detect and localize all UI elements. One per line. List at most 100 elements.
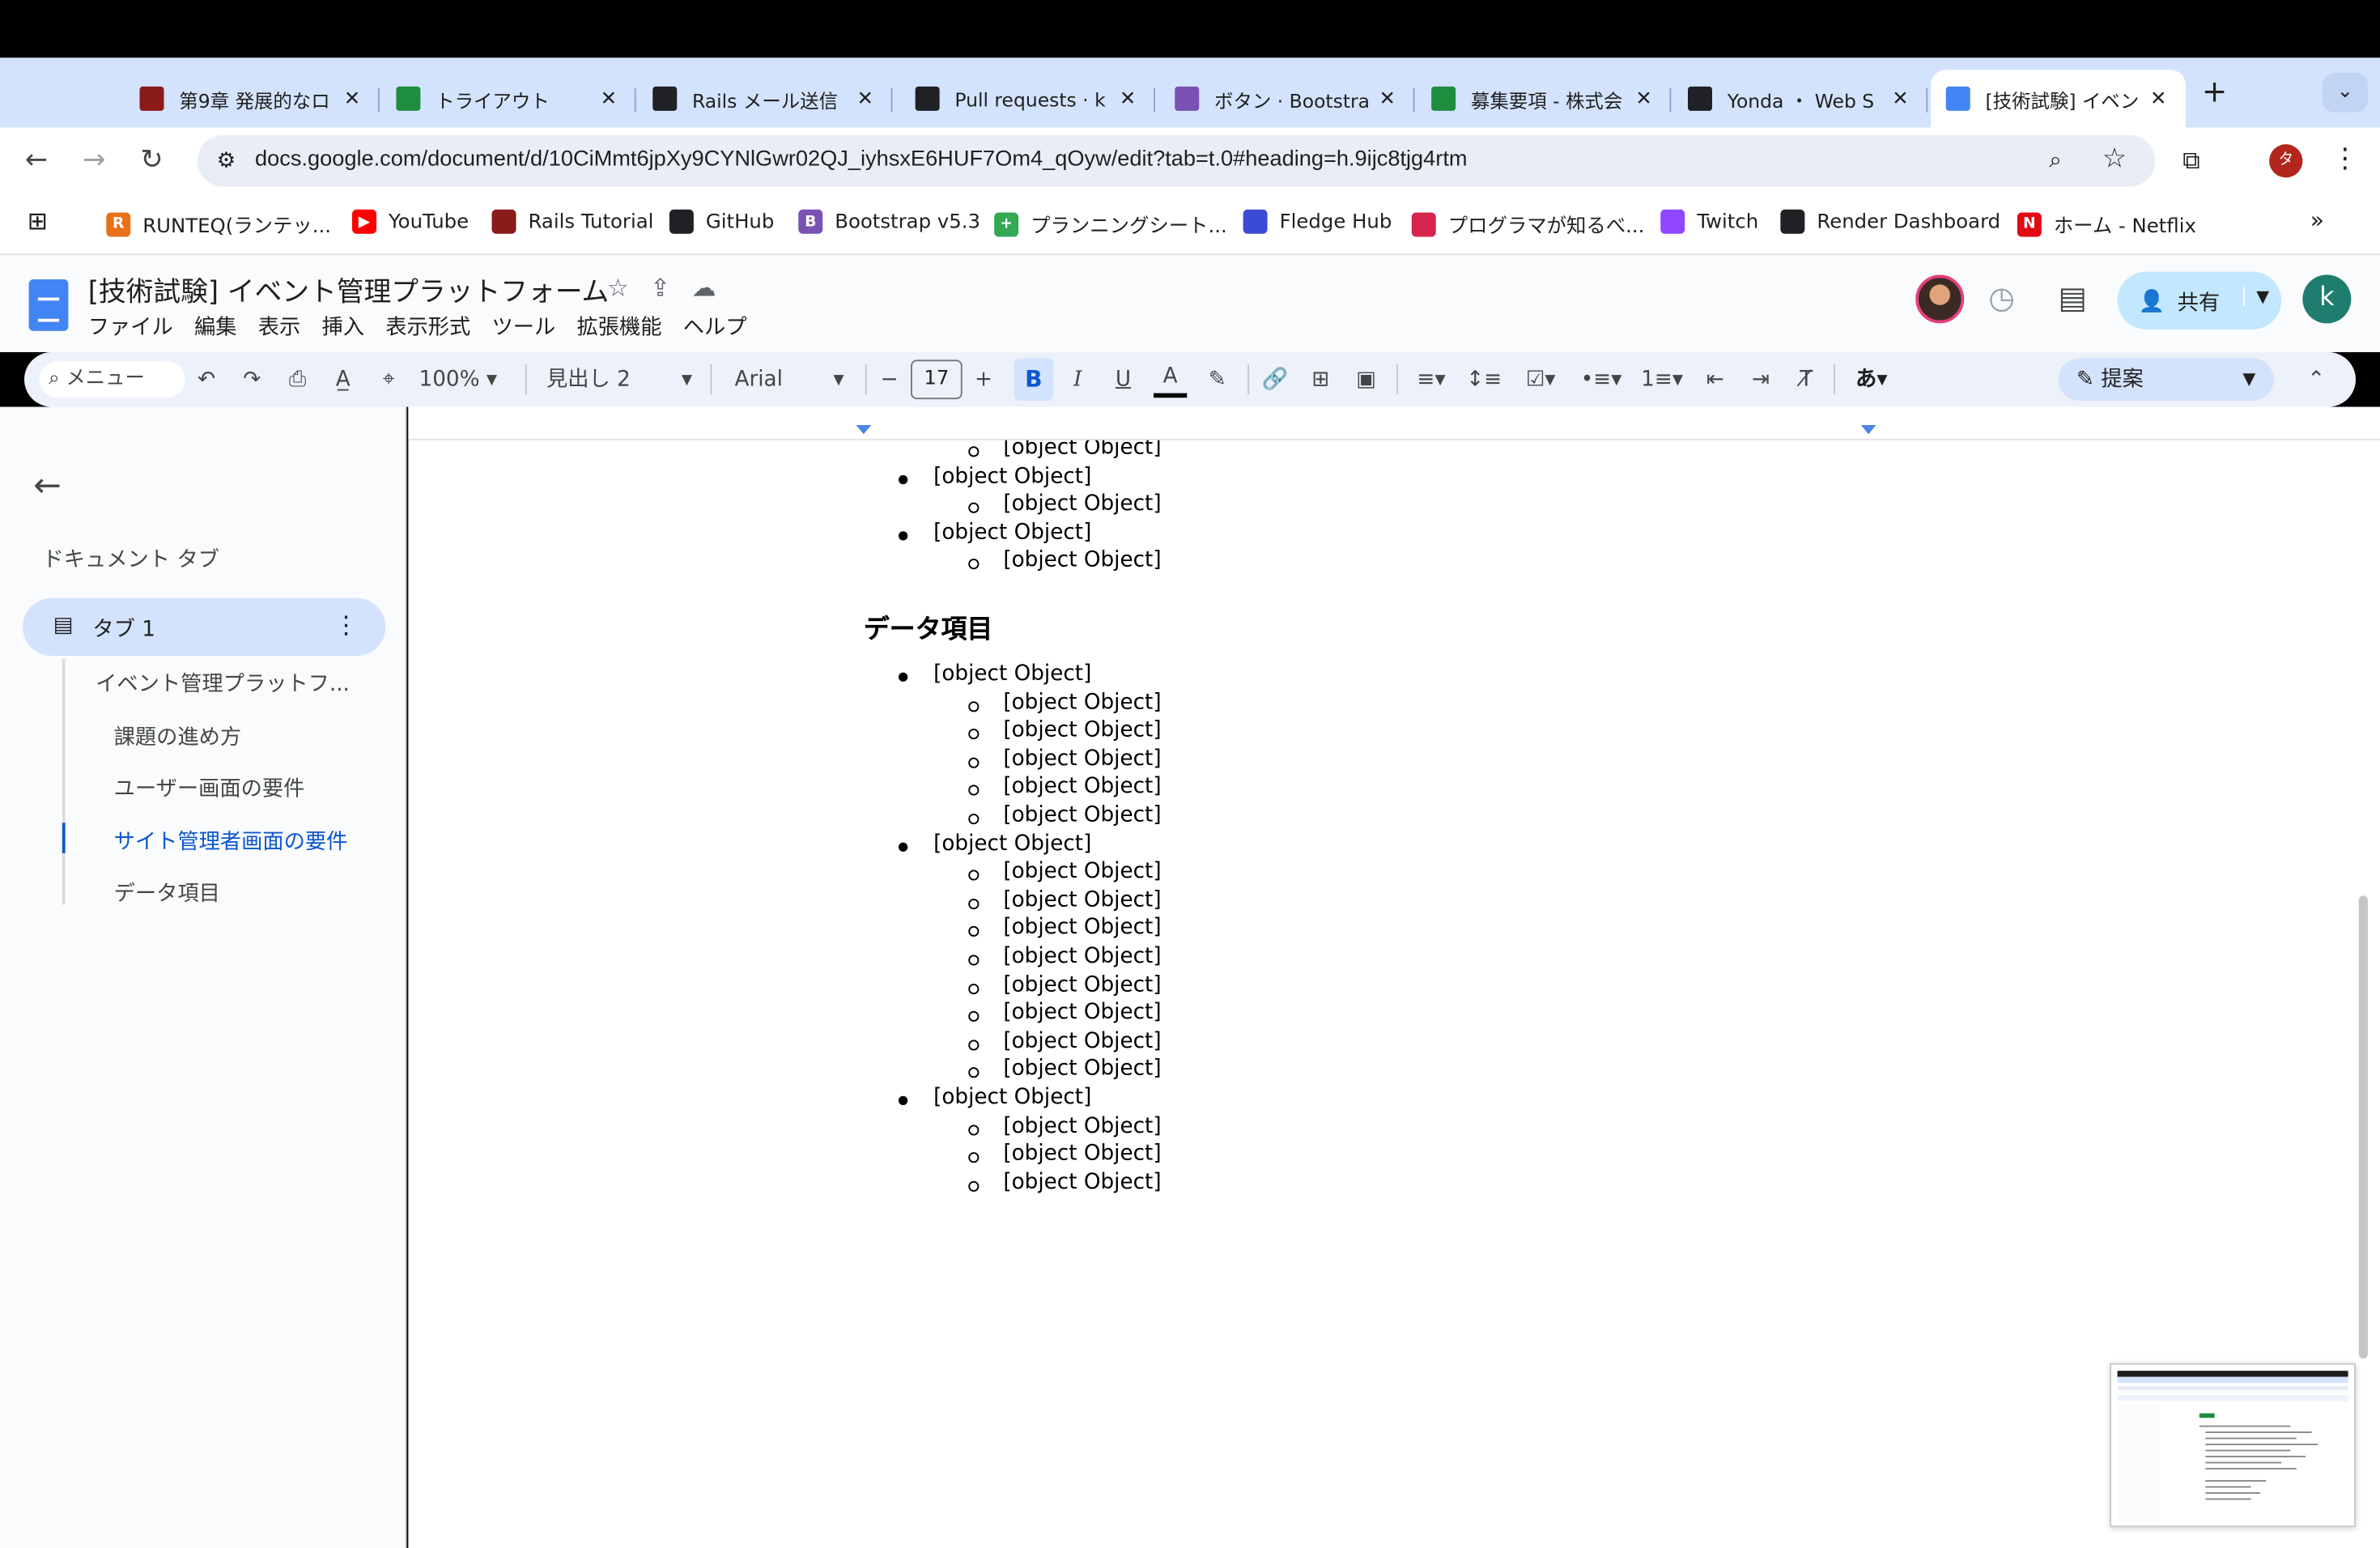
bookmark-item[interactable]: Render Dashboard (1780, 209, 2000, 234)
outline-item[interactable]: ユーザー画面の要件 (114, 772, 305, 803)
zoom-icon[interactable]: ⌕ (2049, 146, 2062, 173)
add-comment-icon[interactable]: ⊞ (1306, 361, 1337, 398)
menu-item[interactable]: 編集 (194, 311, 237, 342)
menu-search-input[interactable]: ⌕ メニュー (39, 361, 185, 398)
bookmark-item[interactable]: Rails Tutorial (491, 209, 653, 234)
share-button[interactable]: 👤 共有 ▼ (2117, 271, 2282, 330)
screenshot-thumbnail-preview[interactable] (2110, 1363, 2356, 1528)
account-avatar[interactable]: k (2302, 274, 2352, 324)
star-icon[interactable]: ☆ (607, 274, 629, 303)
bookmark-item[interactable]: N ホーム - Netflix (2017, 210, 2196, 238)
list-item-text[interactable]: [object Object] (933, 464, 1091, 488)
extensions-icon[interactable]: ⧉ (2182, 146, 2199, 176)
back-arrow-icon[interactable]: ← (19, 142, 55, 179)
list-item-text[interactable]: [object Object] (1003, 1029, 1161, 1053)
undo-icon[interactable]: ↶ (191, 361, 222, 398)
font-size-input[interactable]: 17 (911, 359, 963, 400)
list-item-text[interactable]: [object Object] (1003, 1113, 1161, 1138)
suggesting-mode-select[interactable]: ✎ 提案 ▼ (2058, 358, 2274, 401)
font-select[interactable]: Arial ▾ (735, 361, 851, 398)
redo-icon[interactable]: ↷ (237, 361, 268, 398)
outline-item-active[interactable]: サイト管理者画面の要件 (114, 826, 348, 857)
menu-item[interactable]: ファイル (88, 311, 173, 342)
numbered-list-icon[interactable]: 1≡▾ (1636, 361, 1688, 398)
list-item-text[interactable]: [object Object] (933, 1086, 1091, 1110)
italic-button[interactable]: I (1063, 361, 1094, 398)
decrease-indent-icon[interactable]: ⇤ (1700, 361, 1731, 398)
outline-item[interactable]: 課題の進め方 (114, 721, 242, 752)
share-dropdown-icon[interactable]: ▼ (2242, 287, 2269, 307)
bookmark-item[interactable]: + プランニングシート... (994, 210, 1227, 238)
hide-menus-chevron-icon[interactable]: ⌃ (2301, 361, 2332, 398)
list-item-text[interactable]: [object Object] (1003, 440, 1161, 460)
more-bookmarks-icon[interactable]: » (2310, 206, 2324, 234)
document-tab-1[interactable]: ▤ タブ 1 ⋮ (23, 598, 386, 656)
list-item-text[interactable]: [object Object] (1003, 860, 1161, 884)
cloud-saved-icon[interactable]: ☁ (692, 274, 716, 303)
left-indent-marker[interactable] (856, 425, 872, 435)
paint-format-icon[interactable]: ⌖ (373, 361, 404, 398)
list-item-text[interactable]: [object Object] (1003, 1001, 1161, 1025)
browser-tab[interactable]: [技術試験] イベン ✕ (1931, 70, 2186, 128)
menu-item[interactable]: 表示 (258, 311, 301, 342)
forward-arrow-icon[interactable]: → (76, 142, 113, 179)
bookmark-item[interactable]: B Bootstrap v5.3 (798, 209, 980, 234)
browser-tab[interactable]: Rails メール送信 ✕ (638, 70, 893, 127)
list-item-text[interactable]: [object Object] (933, 662, 1091, 687)
profile-avatar[interactable]: タ (2269, 144, 2303, 178)
scrollbar-thumb[interactable] (2358, 895, 2368, 1359)
collaborator-avatar[interactable] (1915, 274, 1965, 324)
list-item-text[interactable]: [object Object] (1003, 690, 1161, 714)
highlight-color-icon[interactable]: ✎ (1202, 361, 1233, 398)
bookmark-item[interactable]: ▶ YouTube (352, 209, 469, 234)
move-to-drive-icon[interactable]: ⇪ (650, 274, 670, 303)
bookmark-item[interactable]: Fledge Hub (1243, 209, 1392, 234)
zoom-select[interactable]: 100% ▾ (419, 361, 511, 398)
checklist-icon[interactable]: ☑▾ (1515, 361, 1566, 398)
list-item-text[interactable]: [object Object] (933, 521, 1091, 545)
list-item-text[interactable]: [object Object] (1003, 746, 1161, 771)
bookmark-item[interactable]: プログラマが知るべ... (1411, 210, 1644, 238)
tab-close-icon[interactable]: ✕ (340, 87, 364, 110)
tab-close-icon[interactable]: ✕ (597, 87, 621, 110)
outline-item[interactable]: イベント管理プラットフ... (96, 668, 350, 699)
align-icon[interactable]: ≡▾ (1409, 361, 1454, 398)
line-spacing-icon[interactable]: ↕≡ (1466, 361, 1502, 398)
address-bar[interactable]: ⚙ docs.google.com/document/d/10CiMmt6jpX… (197, 134, 2156, 187)
section-heading[interactable]: データ項目 (864, 607, 992, 645)
close-outline-arrow-icon[interactable]: ← (33, 468, 62, 506)
list-item-text[interactable]: [object Object] (1003, 1057, 1161, 1082)
input-tools-button[interactable]: あ▾ (1846, 361, 1898, 398)
menu-item[interactable]: ヘルプ (683, 311, 747, 342)
underline-button[interactable]: U (1108, 361, 1139, 398)
site-info-icon[interactable]: ⚙ (210, 144, 243, 177)
url-text[interactable]: docs.google.com/document/d/10CiMmt6jpXy9… (255, 147, 1468, 172)
tab-close-icon[interactable]: ✕ (1632, 87, 1656, 110)
menu-item[interactable]: 挿入 (322, 311, 365, 342)
tab-close-icon[interactable]: ✕ (853, 87, 878, 110)
document-canvas[interactable]: [object Object] [object Object] [object Ob… (408, 406, 2380, 1548)
list-item-text[interactable]: [object Object] (1003, 775, 1161, 799)
list-item-text[interactable]: [object Object] (1003, 803, 1161, 827)
reload-icon[interactable]: ↻ (134, 142, 170, 179)
text-color-button[interactable]: A (1154, 361, 1188, 398)
list-item-text[interactable]: [object Object] (1003, 549, 1161, 573)
tab-close-icon[interactable]: ✕ (2146, 87, 2170, 110)
browser-menu-icon[interactable]: ⋮ (2331, 142, 2359, 174)
print-icon[interactable]: ⎙ (283, 361, 313, 398)
list-item-text[interactable]: [object Object] (1003, 944, 1161, 968)
browser-tab[interactable]: Pull requests · k ✕ (900, 70, 1155, 127)
browser-tab[interactable]: Yonda ・ Web S ✕ (1672, 70, 1928, 127)
document-page[interactable]: [object Object] [object Object] [object Ob… (408, 440, 2380, 1548)
list-item-text[interactable]: [object Object] (1003, 1170, 1161, 1194)
clear-formatting-icon[interactable]: T̸ (1791, 361, 1822, 398)
outline-item[interactable]: データ項目 (114, 878, 220, 908)
insert-link-icon[interactable]: 🔗 (1260, 361, 1290, 398)
tab-close-icon[interactable]: ✕ (1116, 87, 1140, 110)
tab-close-icon[interactable]: ✕ (1375, 87, 1400, 110)
comments-icon[interactable]: ▤ (2059, 279, 2087, 316)
list-item-text[interactable]: [object Object] (1003, 972, 1161, 997)
right-indent-marker[interactable] (1860, 425, 1876, 435)
version-history-icon[interactable]: ◷ (1988, 279, 2015, 316)
bookmark-item[interactable]: GitHub (669, 209, 774, 234)
